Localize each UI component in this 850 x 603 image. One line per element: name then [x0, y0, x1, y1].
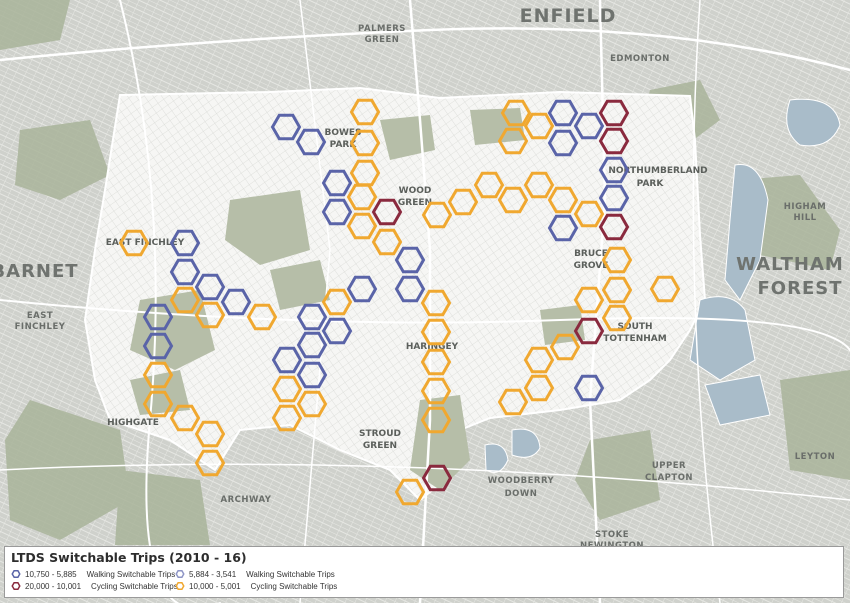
map[interactable]: ENFIELD PALMERS GREEN EDMONTON BOWES PAR…: [0, 0, 850, 603]
hexagon-icon: [11, 569, 21, 579]
legend-label: Cycling Switchable Trips: [91, 581, 178, 591]
label-bruce-grove-1: BRUCE: [574, 249, 608, 259]
hexagon-icon: [11, 581, 21, 591]
legend-range: 10,750 - 5,885: [25, 569, 77, 579]
label-highgate: HIGHGATE: [107, 418, 159, 428]
label-higham-hill-2: HILL: [793, 213, 816, 223]
legend-label: Cycling Switchable Trips: [250, 581, 338, 591]
label-waltham-forest-2: FOREST: [758, 278, 843, 299]
legend-label: Walking Switchable Trips: [246, 569, 335, 579]
label-woodberry-down-2: DOWN: [505, 489, 538, 499]
label-barnet: BARNET: [0, 261, 79, 282]
label-east-finchley-1: EAST: [27, 311, 53, 321]
legend-item-cycling-low: 10,000 - 5,001 Cycling Switchable Trips: [175, 581, 337, 591]
label-bruce-grove-2: GROVE: [574, 261, 609, 271]
label-palmers-green-1: PALMERS: [358, 24, 406, 34]
legend-title: LTDS Switchable Trips (2010 - 16): [11, 550, 247, 565]
label-wood-green-1: WOOD: [399, 186, 432, 196]
legend-range: 5,884 - 3,541: [189, 569, 237, 579]
legend-item-walking-high: 10,750 - 5,885 Walking Switchable Trips: [11, 569, 175, 579]
legend-range: 20,000 - 10,001: [25, 581, 82, 591]
label-woodberry-down-1: WOODBERRY: [488, 476, 555, 486]
legend: LTDS Switchable Trips (2010 - 16) 10,750…: [4, 546, 844, 598]
label-east-finchley-2: FINCHLEY: [15, 322, 66, 332]
legend-item-walking-low: 5,884 - 3,541 Walking Switchable Trips: [175, 569, 335, 579]
label-leyton: LEYTON: [795, 452, 836, 462]
label-archway: ARCHWAY: [221, 495, 272, 505]
label-stoke-newington-1: STOKE: [595, 530, 629, 540]
label-higham-hill-1: HIGHAM: [784, 202, 826, 212]
label-stroud-green-2: GREEN: [363, 441, 397, 451]
label-south-tottenham-2: TOTTENHAM: [603, 334, 666, 344]
label-upper-clapton-2: CLAPTON: [645, 473, 693, 483]
hexagon-icon: [175, 569, 185, 579]
label-palmers-green-2: GREEN: [365, 35, 400, 45]
label-stroud-green-1: STROUD: [359, 429, 401, 439]
map-canvas: ENFIELD PALMERS GREEN EDMONTON BOWES PAR…: [0, 0, 850, 603]
hexagon-icon: [175, 581, 185, 591]
legend-item-cycling-high: 20,000 - 10,001 Cycling Switchable Trips: [11, 581, 178, 591]
legend-range: 10,000 - 5,001: [189, 581, 241, 591]
label-upper-clapton-1: UPPER: [652, 461, 686, 471]
label-edmonton: EDMONTON: [610, 54, 670, 64]
label-enfield: ENFIELD: [520, 5, 617, 27]
label-northumberland-park-2: PARK: [637, 179, 665, 189]
legend-label: Walking Switchable Trips: [86, 569, 176, 579]
label-waltham-forest-1: WALTHAM: [736, 254, 844, 275]
